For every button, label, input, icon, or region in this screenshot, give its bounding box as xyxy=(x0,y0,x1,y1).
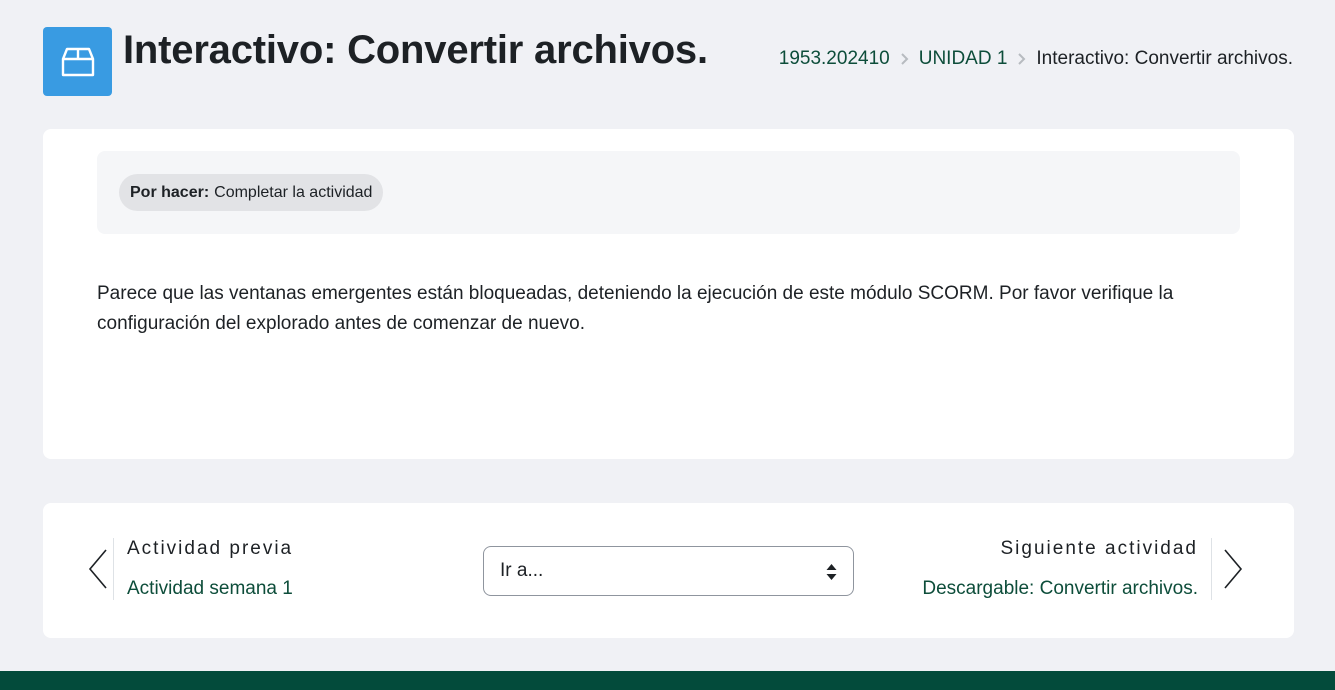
page: Interactivo: Convertir archivos. 1953.20… xyxy=(0,0,1335,690)
breadcrumb-item-course[interactable]: 1953.202410 xyxy=(779,48,890,70)
previous-activity-heading: Actividad previa xyxy=(127,538,294,559)
page-title: Interactivo: Convertir archivos. xyxy=(123,28,708,72)
breadcrumb-item-section[interactable]: UNIDAD 1 xyxy=(919,48,1008,70)
activity-navigation: Actividad previa Actividad semana 1 Ir a… xyxy=(43,503,1294,638)
chevron-left-icon[interactable] xyxy=(83,548,113,590)
completion-label: Por hacer: xyxy=(130,183,210,201)
popup-blocked-notice: Parece que las ventanas emergentes están… xyxy=(97,283,1174,334)
select-sort-icon xyxy=(826,563,837,587)
previous-activity-text: Actividad previa Actividad semana 1 xyxy=(114,538,293,600)
jump-to-select[interactable]: Ir a... xyxy=(483,546,854,596)
previous-activity-link[interactable]: Actividad previa Actividad semana 1 xyxy=(83,536,293,602)
chevron-right-icon[interactable] xyxy=(1212,548,1254,590)
completion-info: Por hacer: Completar la actividad xyxy=(97,151,1240,234)
completion-value: Completar la actividad xyxy=(214,183,373,201)
chevron-right-icon xyxy=(900,52,909,66)
next-activity-link[interactable]: Siguiente actividad Descargable: Convert… xyxy=(922,536,1254,602)
next-activity-heading: Siguiente actividad xyxy=(1000,538,1198,559)
chevron-right-icon xyxy=(1017,52,1026,66)
breadcrumb: 1953.202410 UNIDAD 1 Interactivo: Conver… xyxy=(779,48,1293,70)
main-content-card: Por hacer: Completar la actividad Parece… xyxy=(43,129,1294,459)
next-activity-title[interactable]: Descargable: Convertir archivos. xyxy=(922,578,1198,600)
next-activity-text: Siguiente actividad Descargable: Convert… xyxy=(922,538,1211,600)
previous-activity-title[interactable]: Actividad semana 1 xyxy=(127,578,293,600)
footer xyxy=(0,671,1335,690)
completion-badge: Por hacer: Completar la actividad xyxy=(119,174,384,211)
breadcrumb-item-current: Interactivo: Convertir archivos. xyxy=(1036,48,1293,69)
package-box-icon xyxy=(43,27,112,96)
jump-to-selected: Ir a... xyxy=(500,560,544,581)
